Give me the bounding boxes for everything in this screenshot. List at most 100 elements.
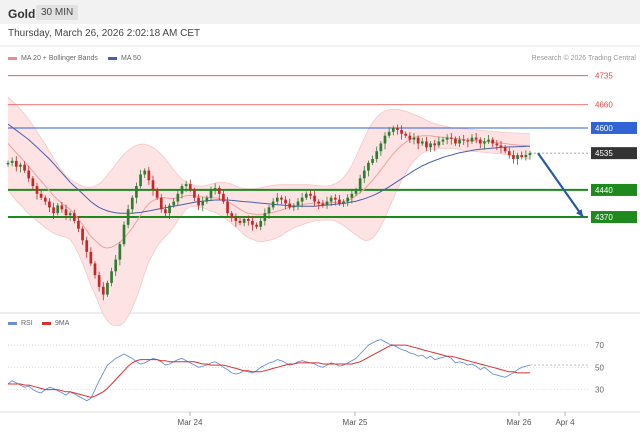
candle-body — [487, 139, 490, 142]
candle-body — [246, 218, 250, 221]
candle-body — [52, 207, 55, 214]
candle-body — [495, 143, 499, 146]
candle-body — [180, 186, 184, 194]
candle-body — [317, 201, 321, 204]
candle-body — [387, 131, 391, 136]
candle-body — [147, 170, 151, 181]
candle-body — [375, 151, 379, 159]
candle-body — [383, 135, 387, 144]
candle-body — [346, 197, 350, 202]
candle-body — [64, 209, 68, 216]
level-label-4370: 4370 — [595, 213, 613, 222]
rsi-tick-30: 30 — [595, 386, 604, 395]
candle-body — [396, 127, 399, 130]
candle-body — [242, 218, 246, 223]
candle-body — [60, 205, 64, 210]
candle-body — [27, 170, 31, 179]
price-chart[interactable]: 4735 4660 4600 4535 4440 4370 30 50 70 Mar 24 Mar … — [0, 0, 640, 433]
rsi-line — [7, 339, 531, 402]
candle-body — [404, 133, 408, 136]
candle-body — [101, 286, 105, 295]
candle-body — [238, 220, 242, 223]
candle-body — [10, 160, 14, 163]
candle-body — [118, 244, 122, 260]
candle-body — [429, 143, 432, 148]
candle-body — [416, 137, 420, 144]
candle-body — [271, 201, 275, 208]
candle-body — [31, 178, 35, 187]
candle-body — [367, 162, 370, 171]
candle-body — [168, 205, 171, 214]
candle-body — [197, 197, 200, 206]
candle-body — [354, 189, 358, 194]
candle-body — [110, 271, 113, 283]
rsi-tick-50: 50 — [595, 363, 604, 372]
candle-body — [172, 201, 176, 206]
candle-body — [292, 205, 296, 208]
candle-body — [288, 203, 292, 208]
candle-body — [275, 197, 279, 202]
time-tick-label: Mar 25 — [343, 418, 368, 427]
candle-body — [350, 193, 354, 198]
candle-body — [462, 139, 466, 141]
candle-body — [85, 240, 89, 252]
candle-body — [300, 197, 304, 202]
candle-body — [164, 209, 167, 214]
candle-body — [516, 155, 519, 159]
candle-body — [333, 197, 337, 200]
candle-body — [106, 282, 109, 295]
candle-body — [280, 197, 283, 200]
time-tick-label: Mar 24 — [178, 418, 203, 427]
level-label-4440: 4440 — [595, 186, 613, 195]
candle-body — [267, 207, 271, 214]
candle-body — [205, 197, 209, 202]
candle-body — [184, 184, 188, 187]
candle-body — [114, 259, 118, 272]
candle-body — [499, 145, 503, 148]
candle-body — [458, 139, 461, 144]
candle-body — [441, 139, 445, 142]
candle-body — [338, 199, 341, 204]
candle-body — [512, 155, 515, 159]
candle-body — [23, 164, 26, 171]
candle-body — [321, 203, 325, 206]
candle-body — [201, 201, 205, 206]
candle-body — [234, 217, 238, 221]
candle-body — [14, 160, 18, 167]
candle-body — [524, 155, 528, 158]
candle-body — [391, 127, 395, 132]
candle-body — [222, 193, 225, 202]
candle-body — [93, 263, 97, 276]
candle-body — [217, 188, 221, 194]
candle-body — [213, 188, 217, 190]
candle-body — [72, 213, 76, 221]
time-tick-label: Apr 4 — [555, 418, 575, 427]
candle-body — [507, 151, 511, 156]
candle-body — [412, 137, 416, 140]
candle-body — [97, 275, 101, 287]
candle-body — [520, 155, 524, 158]
candle-body — [263, 213, 267, 221]
candle-body — [48, 201, 51, 208]
candle-body — [89, 251, 93, 264]
level-label-4600: 4600 — [595, 124, 613, 133]
candle-body — [491, 139, 495, 144]
candle-body — [503, 147, 507, 152]
candle-body — [342, 201, 345, 204]
candle-body — [135, 186, 138, 198]
candle-body — [478, 139, 482, 144]
candle-body — [43, 197, 47, 202]
candle-body — [284, 199, 287, 204]
candle-body — [122, 224, 126, 245]
candle-body — [19, 164, 22, 167]
candle-body — [445, 137, 449, 140]
candle-body — [56, 205, 60, 214]
candle-body — [259, 220, 263, 227]
candle-body — [433, 143, 437, 146]
candle-body — [81, 228, 84, 241]
level-label-4535: 4535 — [595, 149, 613, 158]
candle-body — [209, 189, 213, 198]
candle-body — [466, 140, 470, 142]
candle-body — [77, 220, 80, 229]
candle-body — [139, 174, 142, 187]
